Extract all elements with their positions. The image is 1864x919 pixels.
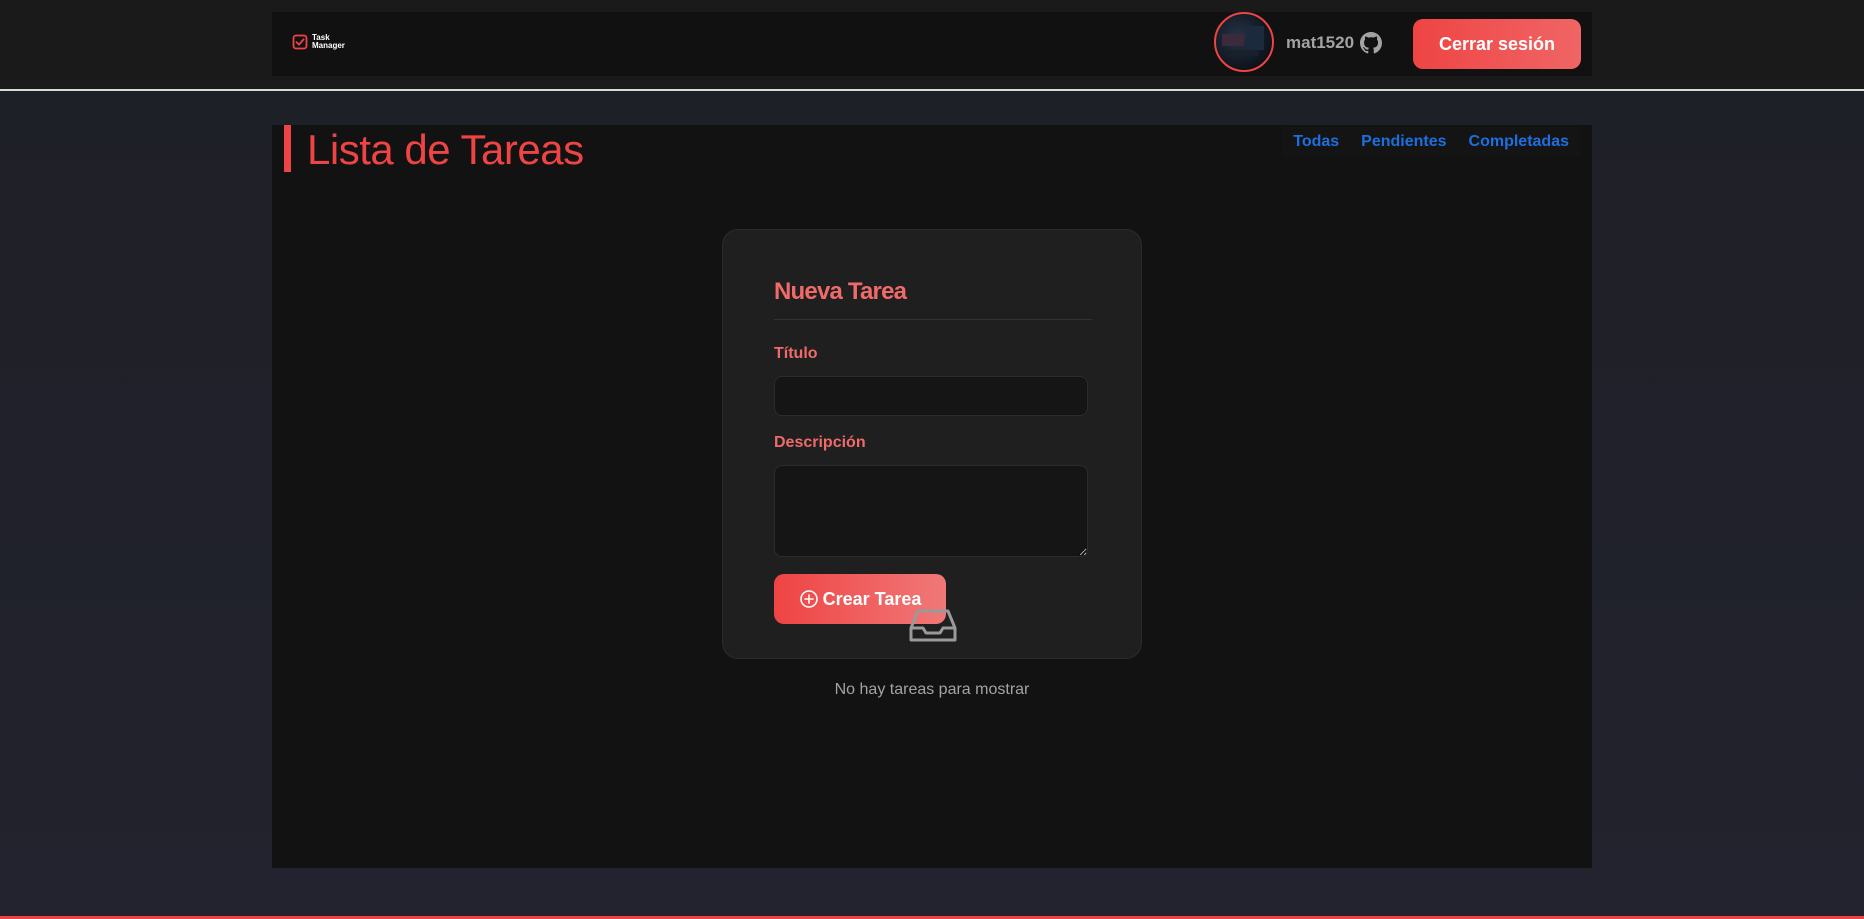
title-accent-bar bbox=[284, 125, 291, 172]
filter-pending[interactable]: Pendientes bbox=[1350, 127, 1457, 157]
header: Task Manager mat1520 Cerrar sesión bbox=[272, 12, 1592, 76]
checkbox-icon bbox=[292, 34, 308, 50]
plus-circle-icon bbox=[799, 590, 818, 608]
divider bbox=[774, 319, 1092, 320]
top-bar: Task Manager mat1520 Cerrar sesión bbox=[0, 0, 1864, 91]
username: mat1520 bbox=[1286, 33, 1355, 52]
description-label: Descripción bbox=[774, 434, 866, 451]
inbox-icon bbox=[909, 609, 957, 642]
title-input[interactable] bbox=[774, 376, 1088, 416]
new-task-card: Nueva Tarea Título Descripción Crear Tar… bbox=[722, 229, 1142, 659]
filter-completed[interactable]: Completadas bbox=[1458, 127, 1580, 157]
main-panel: Lista de Tareas Todas Pendientes Complet… bbox=[272, 125, 1592, 868]
filter-all[interactable]: Todas bbox=[1282, 127, 1350, 157]
form-heading: Nueva Tarea bbox=[774, 278, 907, 305]
app-logo[interactable]: Task Manager bbox=[292, 34, 345, 50]
title-label: Título bbox=[774, 345, 818, 362]
github-icon[interactable] bbox=[1360, 32, 1382, 54]
avatar[interactable] bbox=[1214, 12, 1274, 72]
empty-message: No hay tareas para mostrar bbox=[834, 681, 1030, 698]
page-title: Lista de Tareas bbox=[307, 126, 584, 173]
logo-line-2: Manager bbox=[312, 41, 345, 50]
filter-tabs: Todas Pendientes Completadas bbox=[1282, 127, 1580, 157]
description-input[interactable] bbox=[774, 465, 1088, 557]
logout-button[interactable]: Cerrar sesión bbox=[1413, 19, 1581, 69]
logo-text: Task Manager bbox=[312, 34, 345, 50]
